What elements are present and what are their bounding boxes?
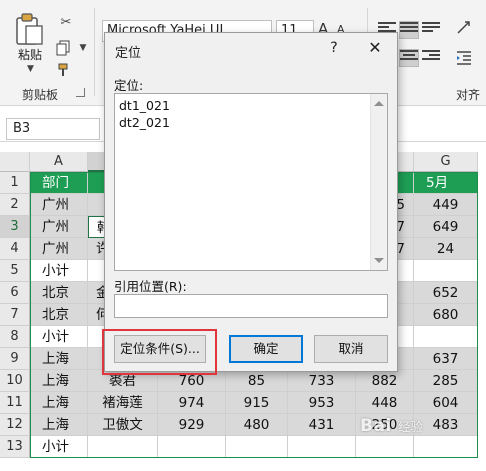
clipboard-group-label: 剪贴板 xyxy=(22,88,59,102)
chevron-down-icon[interactable]: ▼ xyxy=(73,38,93,58)
table-cell[interactable]: 604 xyxy=(414,392,478,414)
table-cell[interactable]: 裘君 xyxy=(88,370,158,392)
close-icon[interactable]: ✕ xyxy=(363,37,387,59)
row-header[interactable]: 8 xyxy=(0,326,30,348)
paintbrush-icon[interactable] xyxy=(54,60,74,80)
select-all-corner[interactable] xyxy=(0,152,30,172)
chevron-down-icon[interactable]: ▼ xyxy=(27,64,34,74)
orientation-icon[interactable] xyxy=(454,18,474,38)
align-center-icon[interactable] xyxy=(399,49,419,67)
dialog-title: 定位 xyxy=(115,46,142,61)
indent-icon[interactable] xyxy=(454,48,474,68)
align-right-icon[interactable] xyxy=(422,50,440,66)
goto-listbox[interactable]: dt1_021 dt2_021 xyxy=(114,93,388,271)
row-header[interactable]: 13 xyxy=(0,436,30,458)
table-cell[interactable]: 小计 xyxy=(30,260,88,282)
table-cell[interactable]: 448 xyxy=(356,392,414,414)
table-cell[interactable]: 483 xyxy=(414,414,478,436)
table-cell[interactable]: 649 xyxy=(414,216,478,238)
scroll-down-icon[interactable] xyxy=(374,258,384,263)
cancel-button[interactable]: 取消 xyxy=(314,335,388,363)
align-bottom-icon[interactable] xyxy=(422,22,440,38)
table-cell[interactable]: 北京 xyxy=(30,282,88,304)
cut-icon[interactable]: ✂ xyxy=(56,12,76,32)
name-box[interactable]: B3 xyxy=(6,118,100,140)
table-cell[interactable]: 上海 xyxy=(30,348,88,370)
row-header[interactable]: 10 xyxy=(0,370,30,392)
table-cell[interactable] xyxy=(414,436,478,458)
watermark-suffix: 经验 xyxy=(398,420,424,434)
table-cell[interactable]: 广州 xyxy=(30,194,88,216)
row-header[interactable]: 1 xyxy=(0,172,30,194)
table-cell[interactable]: 431 xyxy=(288,414,356,436)
ribbon-divider xyxy=(94,8,95,96)
scroll-up-icon[interactable] xyxy=(374,101,384,106)
watermark-text: Bai xyxy=(360,416,392,436)
copy-icon[interactable] xyxy=(54,38,74,58)
watermark: Bai 经验 xyxy=(360,416,423,436)
table-cell[interactable]: 小计 xyxy=(30,436,88,458)
table-cell[interactable]: 680 xyxy=(414,304,478,326)
reference-label: 引用位置(R): xyxy=(114,279,187,294)
table-cell[interactable]: 974 xyxy=(158,392,226,414)
table-cell[interactable]: 953 xyxy=(288,392,356,414)
table-header-cell[interactable]: 5月 xyxy=(414,172,478,194)
goto-dialog: 定位 ? ✕ 定位: dt1_021 dt2_021 引用位置(R): 定位条件… xyxy=(104,32,398,372)
align-middle-icon[interactable] xyxy=(399,21,419,39)
goto-list-label: 定位: xyxy=(114,78,144,93)
reference-input[interactable] xyxy=(114,294,388,318)
table-header-cell[interactable]: 部门 xyxy=(30,172,88,194)
dialog-launcher-icon[interactable] xyxy=(76,88,85,97)
row-header[interactable]: 9 xyxy=(0,348,30,370)
table-cell[interactable]: 480 xyxy=(226,414,288,436)
table-cell[interactable]: 上海 xyxy=(30,392,88,414)
table-cell[interactable] xyxy=(88,436,158,458)
table-cell[interactable]: 760 xyxy=(158,370,226,392)
table-cell[interactable]: 733 xyxy=(288,370,356,392)
table-cell[interactable]: 上海 xyxy=(30,414,88,436)
table-cell[interactable]: 915 xyxy=(226,392,288,414)
list-item[interactable]: dt2_021 xyxy=(119,115,170,130)
column-header-g[interactable]: G xyxy=(414,152,478,172)
table-cell[interactable] xyxy=(288,436,356,458)
table-cell[interactable] xyxy=(158,436,226,458)
row-header[interactable]: 7 xyxy=(0,304,30,326)
table-cell[interactable]: 广州 xyxy=(30,216,88,238)
table-cell[interactable]: 小计 xyxy=(30,326,88,348)
column-header-a[interactable]: A xyxy=(30,152,88,172)
table-cell[interactable]: 广州 xyxy=(30,238,88,260)
list-item[interactable]: dt1_021 xyxy=(119,98,170,113)
row-header[interactable]: 11 xyxy=(0,392,30,414)
row-header[interactable]: 2 xyxy=(0,194,30,216)
table-cell[interactable]: 929 xyxy=(158,414,226,436)
help-icon[interactable]: ? xyxy=(324,38,344,58)
table-cell[interactable] xyxy=(414,260,478,282)
row-header[interactable]: 3 xyxy=(0,216,30,238)
table-cell[interactable]: 882 xyxy=(356,370,414,392)
row-header[interactable]: 5 xyxy=(0,260,30,282)
table-cell[interactable]: 24 xyxy=(414,238,478,260)
table-cell[interactable] xyxy=(356,436,414,458)
paste-label: 粘贴 xyxy=(18,48,43,62)
listbox-scrollbar[interactable] xyxy=(370,94,387,270)
alignment-group-label: 对齐 xyxy=(456,88,481,102)
table-cell[interactable]: 85 xyxy=(226,370,288,392)
table-cell[interactable]: 卫傲文 xyxy=(88,414,158,436)
row-header[interactable]: 4 xyxy=(0,238,30,260)
table-cell[interactable]: 652 xyxy=(414,282,478,304)
table-cell[interactable] xyxy=(414,326,478,348)
row-header[interactable]: 6 xyxy=(0,282,30,304)
table-cell[interactable]: 285 xyxy=(414,370,478,392)
row-header[interactable]: 12 xyxy=(0,414,30,436)
clipboard-icon xyxy=(16,13,43,45)
table-cell[interactable]: 上海 xyxy=(30,370,88,392)
table-cell[interactable]: 褚海莲 xyxy=(88,392,158,414)
ok-button[interactable]: 确定 xyxy=(229,335,303,363)
table-cell[interactable]: 637 xyxy=(414,348,478,370)
table-cell[interactable]: 北京 xyxy=(30,304,88,326)
paste-button[interactable] xyxy=(14,12,46,48)
table-cell[interactable]: 449 xyxy=(414,194,478,216)
table-cell[interactable] xyxy=(226,436,288,458)
goto-special-button[interactable]: 定位条件(S)... xyxy=(114,335,206,363)
